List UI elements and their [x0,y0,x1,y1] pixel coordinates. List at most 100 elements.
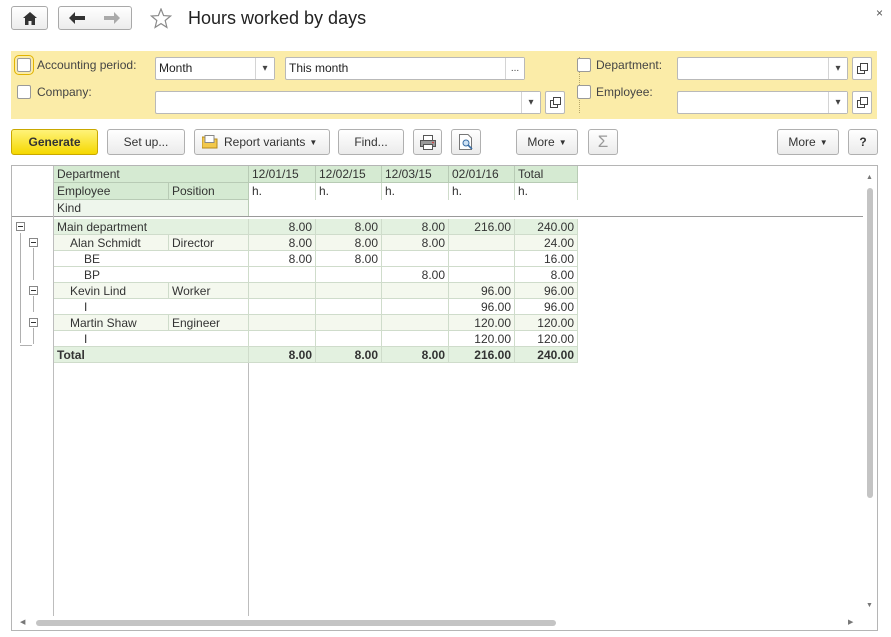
value-cell: 96.00 [515,299,578,315]
value-cell: 120.00 [515,331,578,347]
help-button[interactable]: ? [848,129,878,155]
arrow-right-icon [104,12,120,24]
period-field[interactable]: This month ... [285,57,525,80]
period-select-button[interactable]: ... [505,58,524,79]
star-icon[interactable] [150,8,172,29]
chevron-down-icon: ▾ [835,97,841,108]
more-menu-button[interactable]: More ▼ [777,129,839,155]
accounting-period-checkbox[interactable] [14,55,34,75]
value-cell: 120.00 [515,315,578,331]
value-cell: 8.00 [382,219,449,235]
generate-button[interactable]: Generate [11,129,98,155]
header-department: Department [54,166,249,183]
forward-button[interactable] [96,7,132,29]
column-header: 12/02/15 [316,166,382,183]
value-cell: 8.00 [382,347,449,363]
report-variants-label: Report variants [224,135,306,149]
unit-label: h. [449,183,515,200]
close-icon[interactable]: × [876,6,883,20]
column-header: 02/01/16 [449,166,515,183]
value-cell: 8.00 [249,347,316,363]
preview-button[interactable] [451,129,481,155]
value-cell: 120.00 [449,331,515,347]
employee-open-button[interactable] [852,91,872,114]
home-icon [23,12,37,25]
value-cell: 24.00 [515,235,578,251]
row-position: Worker [169,283,249,299]
report-area[interactable]: Department Employee Position Kind 12/01/15 h.… [11,165,878,631]
value-cell: 96.00 [449,299,515,315]
collapse-icon [29,286,38,295]
open-window-icon [857,97,868,108]
sigma-icon: Σ [597,132,609,151]
department-dropdown-button[interactable]: ▾ [828,58,847,79]
company-field[interactable]: ▾ [155,91,541,114]
row-label: Martin Shaw [54,315,169,331]
row-label: Main department [54,219,249,235]
period-type-select[interactable]: Month ▾ [155,57,275,80]
horizontal-scroll-thumb[interactable] [36,620,556,626]
department-checkbox[interactable] [577,58,591,72]
employee-checkbox[interactable] [577,85,591,99]
horizontal-scrollbar[interactable]: ◀ ▶ [20,618,858,628]
column-header: 12/03/15 [382,166,449,183]
back-button[interactable] [59,7,95,29]
value-cell [449,235,515,251]
home-button[interactable] [11,6,48,30]
row-label: BE [54,251,249,267]
header-employee: Employee [54,183,169,200]
value-cell: 8.00 [515,267,578,283]
value-cell: 8.00 [249,219,316,235]
period-value: This month [289,61,349,75]
scroll-right-arrow[interactable]: ▶ [848,618,853,626]
column-header: Total [515,166,578,183]
company-checkbox[interactable] [17,85,31,99]
value-cell [249,283,316,299]
value-cell [316,299,382,315]
scroll-left-arrow[interactable]: ◀ [20,618,25,626]
row-label: Kevin Lind [54,283,169,299]
employee-dropdown-button[interactable]: ▾ [828,92,847,113]
vertical-scroll-thumb[interactable] [867,188,873,498]
value-cell: 120.00 [449,315,515,331]
company-open-button[interactable] [545,91,565,114]
value-cell: 96.00 [515,283,578,299]
chevron-down-icon: ▼ [558,138,567,147]
department-field[interactable]: ▾ [677,57,848,80]
report-variants-button[interactable]: Report variants ▼ [194,129,330,155]
unit-label: h. [382,183,449,200]
row-label: Total [54,347,249,363]
value-cell: 96.00 [449,283,515,299]
more-actions-button[interactable]: More ▼ [516,129,578,155]
value-cell [316,331,382,347]
value-cell: 8.00 [249,251,316,267]
find-button[interactable]: Find... [338,129,404,155]
value-cell: 8.00 [316,347,382,363]
value-cell [249,299,316,315]
value-cell [382,299,449,315]
row-label: I [54,299,249,315]
value-cell: 216.00 [449,347,515,363]
sum-button[interactable]: Σ [588,129,618,155]
company-dropdown-button[interactable]: ▾ [521,92,540,113]
setup-button[interactable]: Set up... [107,129,185,155]
value-cell [316,283,382,299]
column-rule [248,363,249,616]
value-cell: 8.00 [316,235,382,251]
value-cell: 216.00 [449,219,515,235]
tree-line [20,233,21,343]
more-menu-label: More [788,135,816,149]
header-kind: Kind [54,200,249,217]
row-label: Alan Schmidt [54,235,169,251]
filter-panel: Accounting period: Month ▾ This month ..… [11,51,877,119]
vertical-scrollbar[interactable]: ▲ ▼ [865,174,875,614]
period-type-dropdown-button[interactable]: ▾ [255,58,274,79]
value-cell: 240.00 [515,219,578,235]
employee-label: Employee: [596,85,653,99]
scroll-up-arrow[interactable]: ▲ [866,174,873,181]
employee-field[interactable]: ▾ [677,91,848,114]
department-open-button[interactable] [852,57,872,80]
scroll-down-arrow[interactable]: ▼ [866,602,873,609]
print-button[interactable] [413,129,442,155]
value-cell: 8.00 [249,235,316,251]
